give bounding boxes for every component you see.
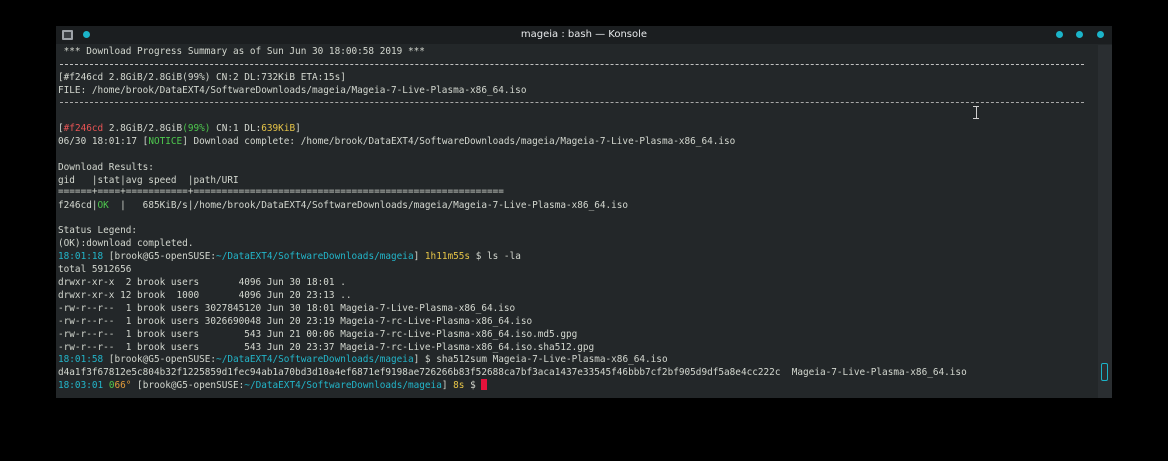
- ls-row: drwxr-xr-x 2 brook users 4096 Jun 30 18:…: [58, 277, 346, 288]
- sha512-output: d4a1f3f67812e5c804b32f1225859d1fec94ab1a…: [58, 367, 967, 378]
- scrollbar[interactable]: [1098, 45, 1112, 398]
- scrollbar-thumb[interactable]: [1101, 363, 1108, 381]
- legend-ok: (OK):download completed.: [58, 238, 194, 249]
- ibeam-cursor-icon: [973, 106, 979, 119]
- separator-line: [60, 64, 1084, 65]
- minimize-icon[interactable]: [1056, 31, 1063, 38]
- result-row: f246cd|OK | 685KiB/s|/home/brook/DataEXT…: [58, 200, 629, 211]
- ls-row: -rw-r--r-- 1 brook users 3027845120 Jun …: [58, 303, 516, 314]
- legend-title: Status Legend:: [58, 225, 138, 236]
- results-rule: ======+====+===========+================…: [58, 186, 504, 197]
- close-icon[interactable]: [1097, 31, 1104, 38]
- terminal-view[interactable]: *** Download Progress Summary as of Sun …: [58, 45, 1098, 398]
- ls-row: -rw-r--r-- 1 brook users 543 Jun 21 00:0…: [58, 329, 578, 340]
- konsole-window: mageia : bash — Konsole *** Download Pro…: [56, 26, 1112, 398]
- text-cursor: [481, 379, 488, 390]
- separator-line: [60, 102, 1084, 103]
- window-title: mageia : bash — Konsole: [520, 29, 648, 40]
- progress-line-colored: [#f246cd 2.8GiB/2.8GiB(99%) CN:1 DL:639K…: [58, 123, 301, 134]
- results-title: Download Results:: [58, 162, 154, 173]
- summary-header: *** Download Progress Summary as of Sun …: [58, 46, 425, 57]
- ls-row: -rw-r--r-- 1 brook users 3026690048 Jun …: [58, 316, 533, 327]
- maximize-icon[interactable]: [1076, 31, 1083, 38]
- file-line: FILE: /home/brook/DataEXT4/SoftwareDownl…: [58, 85, 527, 96]
- title-bar[interactable]: mageia : bash — Konsole: [56, 26, 1112, 44]
- notice-line: 06/30 18:01:17 [NOTICE] Download complet…: [58, 136, 736, 147]
- shell-prompt: 18:01:58 [brook@G5-openSUSE:~/DataEXT4/S…: [58, 354, 668, 365]
- shell-prompt-active[interactable]: 18:03:01 066° [brook@G5-openSUSE:~/DataE…: [58, 379, 488, 392]
- shell-prompt: 18:01:18 [brook@G5-openSUSE:~/DataEXT4/S…: [58, 251, 521, 262]
- progress-line: [#f246cd 2.8GiB/2.8GiB(99%) CN:2 DL:732K…: [58, 72, 346, 83]
- ls-total: total 5912656: [58, 264, 132, 275]
- ls-row: drwxr-xr-x 12 brook 1000 4096 Jun 20 23:…: [58, 290, 352, 301]
